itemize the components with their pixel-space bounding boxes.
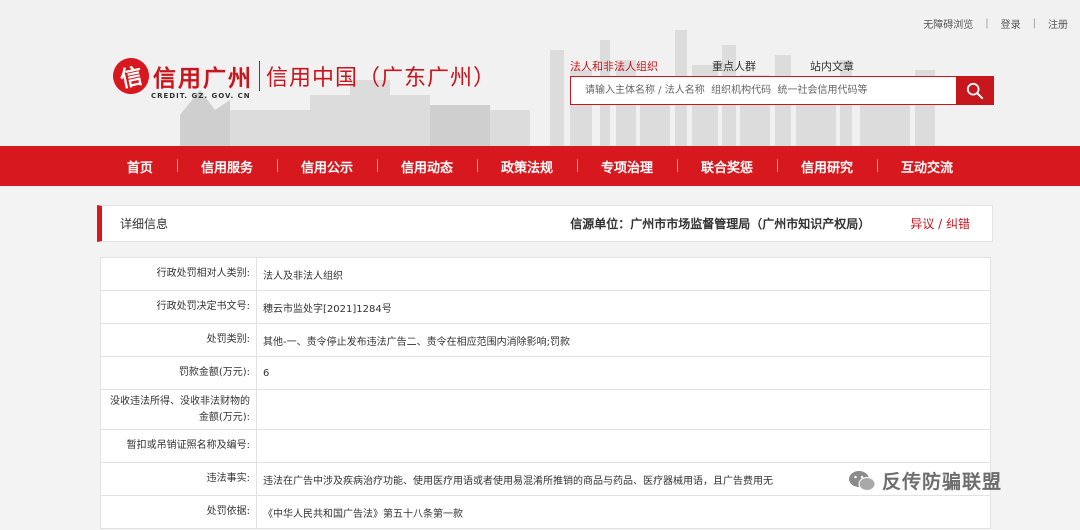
row-value: [257, 430, 990, 462]
top-links: 无障碍浏览 | 登录 | 注册: [923, 16, 1068, 31]
row-value: 法人及非法人组织: [263, 270, 343, 282]
search-tab-organization[interactable]: 法人和非法人组织: [570, 58, 658, 74]
site-header: 无障碍浏览 | 登录 | 注册 信 信用广州 信用中国（广东广州） CREDIT…: [0, 0, 1080, 146]
wechat-icon: [849, 470, 876, 491]
nav-interaction[interactable]: 互动交流: [877, 157, 977, 176]
accessibility-link[interactable]: 无障碍浏览: [923, 16, 973, 31]
row-value: 《中华人民共和国广告法》第五十八条第一款: [263, 508, 463, 520]
login-link[interactable]: 登录: [1001, 16, 1021, 31]
table-row: 行政处罚决定书文号: 穗云市监处字[2021]1284号: [100, 291, 991, 324]
nav-rewards-penalties[interactable]: 联合奖惩: [677, 157, 777, 176]
search-box: [570, 76, 994, 105]
search-icon: [966, 82, 983, 99]
row-label: 处罚类别:: [101, 324, 257, 356]
row-value: 穗云市监处字[2021]1284号: [263, 303, 392, 315]
site-logo[interactable]: 信 信用广州 信用中国（广东广州）: [109, 54, 497, 98]
table-row: 没收违法所得、没收非法财物的金额(万元):: [100, 390, 991, 430]
row-label: 暂扣或吊销证照名称及编号:: [101, 430, 257, 462]
watermark-text: 反传防骗联盟: [882, 471, 1003, 493]
nav-credit-news[interactable]: 信用动态: [376, 157, 477, 176]
row-value: 其他-一、责令停止发布违法广告二、责令在相应范围内消除影响;罚款: [263, 336, 570, 348]
nav-credit-research[interactable]: 信用研究: [777, 157, 877, 176]
logo-mark: 信: [109, 54, 153, 98]
divider: |: [985, 18, 989, 29]
search-tabs: 法人和非法人组织 重点人群 站内文章: [570, 58, 908, 74]
table-row: 处罚依据: 《中华人民共和国广告法》第五十八条第一款: [100, 496, 991, 529]
table-row: 罚款金额(万元): 6: [100, 357, 991, 390]
logo-domain: CREDIT. GZ. GOV. CN: [151, 92, 251, 100]
row-value: 6: [263, 367, 270, 379]
search-tab-key-persons[interactable]: 重点人群: [712, 58, 756, 74]
nav-credit-service[interactable]: 信用服务: [176, 157, 277, 176]
nav-policy[interactable]: 政策法规: [476, 157, 577, 176]
register-link[interactable]: 注册: [1048, 16, 1068, 31]
row-value: [257, 390, 990, 429]
table-row: 行政处罚相对人类别: 法人及非法人组织: [100, 258, 991, 291]
row-label: 行政处罚决定书文号:: [101, 291, 257, 323]
nav-special-governance[interactable]: 专项治理: [577, 157, 677, 176]
table-row: 暂扣或吊销证照名称及编号:: [100, 430, 991, 463]
row-label: 违法事实:: [101, 463, 257, 495]
source-unit: 信源单位：广州市市场监督管理局（广州市知识产权局）: [570, 217, 871, 231]
row-label: 没收违法所得、没收非法财物的金额(万元):: [101, 390, 257, 429]
search-input[interactable]: [571, 77, 956, 104]
table-row: 处罚类别: 其他-一、责令停止发布违法广告二、责令在相应范围内消除影响;罚款: [100, 324, 991, 357]
search-button[interactable]: [956, 77, 993, 104]
detail-panel-header: 详细信息 信源单位：广州市市场监督管理局（广州市知识产权局） 异议 / 纠错: [97, 205, 993, 242]
watermark: 反传防骗联盟: [848, 467, 1002, 494]
site-title: 信用中国（广东广州）: [266, 66, 497, 91]
main-nav: 首页 信用服务 信用公示 信用动态 政策法规 专项治理 联合奖惩 信用研究 互动…: [0, 146, 1080, 186]
row-label: 行政处罚相对人类别:: [101, 258, 257, 290]
nav-home[interactable]: 首页: [103, 157, 177, 176]
divider: |: [1032, 18, 1036, 29]
row-label: 处罚依据:: [101, 496, 257, 528]
logo-text: 信用广州: [153, 65, 253, 92]
row-label: 罚款金额(万元):: [101, 357, 257, 389]
logo-divider: [259, 61, 260, 91]
search-tab-articles[interactable]: 站内文章: [810, 58, 854, 74]
panel-title: 详细信息: [120, 217, 169, 231]
nav-credit-public[interactable]: 信用公示: [276, 157, 377, 176]
objection-link[interactable]: 异议 / 纠错: [910, 215, 970, 232]
